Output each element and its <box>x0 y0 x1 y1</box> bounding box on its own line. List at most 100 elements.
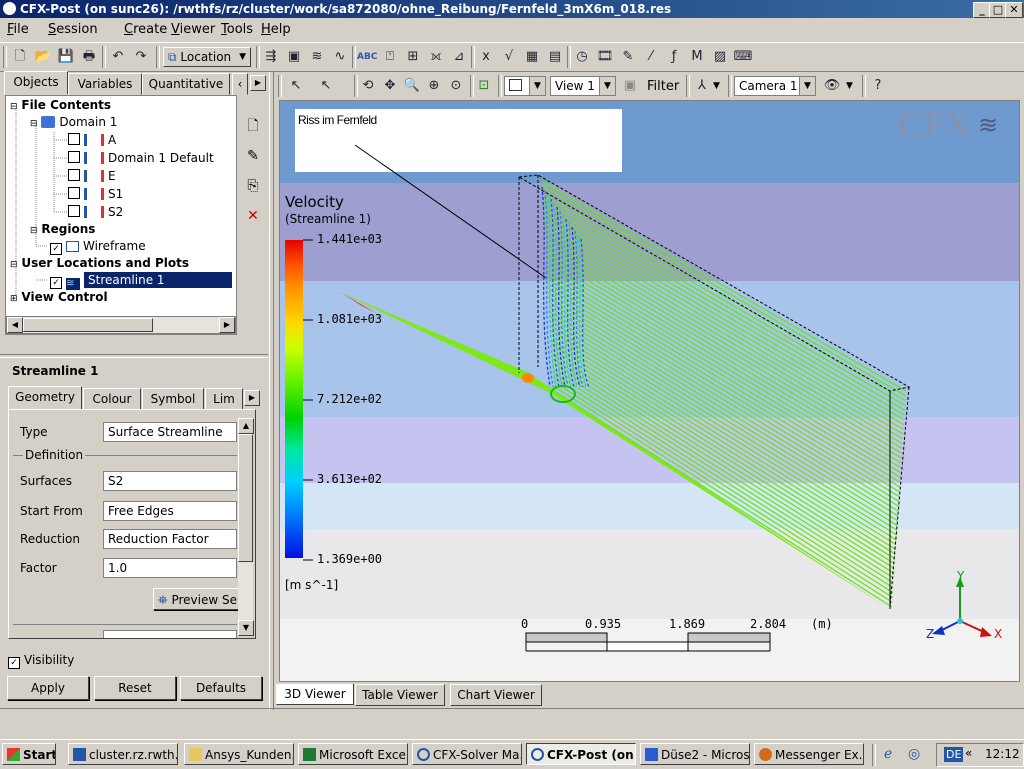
command-editor-icon[interactable]: ⌨ <box>733 47 753 67</box>
tab-3d-viewer[interactable]: 3D Viewer <box>276 684 354 705</box>
help-pointer-icon[interactable]: ? <box>868 76 888 96</box>
rotate-icon[interactable]: ⟲ <box>358 76 378 96</box>
chart-icon[interactable]: ▤ <box>545 47 565 67</box>
tree-node-e[interactable]: E <box>68 168 116 184</box>
expand-icon[interactable]: ⊞ <box>10 294 18 304</box>
tab-limits[interactable]: Lim <box>205 388 243 410</box>
visibility-checkbox[interactable] <box>68 133 80 145</box>
taskbar-item[interactable]: Messenger Ex... <box>754 743 864 765</box>
tree-node-regions[interactable]: ⊟ Regions <box>30 221 95 237</box>
collapse-icon[interactable]: ⊟ <box>10 102 18 112</box>
particle-track-icon[interactable]: ∿ <box>330 47 350 67</box>
preview-seeds-button[interactable]: ⛯ Preview Se <box>153 588 243 610</box>
reset-button[interactable]: Reset <box>94 676 176 700</box>
tab-scroll-right[interactable]: ▶ <box>244 390 260 406</box>
scroll-down-button[interactable]: ▼ <box>238 620 254 636</box>
hidden-field[interactable] <box>103 630 237 638</box>
collapse-icon[interactable]: ⊟ <box>10 260 18 270</box>
visibility-checkbox[interactable]: ✓ <box>50 277 62 289</box>
legend-icon[interactable]: ⍞ <box>380 47 400 67</box>
ie-icon[interactable]: ℯ <box>884 746 892 762</box>
scroll-thumb[interactable] <box>238 434 253 562</box>
instance-transform-icon[interactable]: ⟗ <box>426 47 446 67</box>
animation-icon[interactable]: 🎞 <box>595 47 615 67</box>
camera-dropdown[interactable]: Camera 1 ▼ <box>734 76 816 96</box>
expression-icon[interactable]: √ <box>499 47 519 67</box>
timestep-clock-icon[interactable]: ◷ <box>572 47 592 67</box>
visibility-toggle[interactable]: ✓ Visibility <box>8 653 74 669</box>
contour-icon[interactable]: ▣ <box>284 47 304 67</box>
scroll-right-button[interactable]: ▶ <box>219 317 235 333</box>
tab-symbol[interactable]: Symbol <box>142 388 204 410</box>
taskbar-item[interactable]: Ansys_Kunden... <box>184 743 294 765</box>
select-pointer-icon[interactable]: ↖ <box>286 76 306 96</box>
chevron-down-icon[interactable]: ▼ <box>713 81 720 91</box>
tree-node-streamline[interactable]: ✓ ≋ Streamline 1 <box>50 272 232 290</box>
print-icon[interactable]: 🖶 <box>79 47 99 67</box>
tab-variables[interactable]: Variables <box>68 73 142 95</box>
axis-orientation-icon[interactable]: ⅄ <box>692 76 712 96</box>
viewport-3d[interactable]: Riss im Fernfeld CFX ≋ Velocity (Streaml… <box>279 100 1020 682</box>
type-field[interactable]: Surface Streamline <box>103 422 237 442</box>
save-icon[interactable]: 💾 <box>56 47 76 67</box>
variable-icon[interactable]: x <box>476 47 496 67</box>
taskbar-item[interactable]: Düse2 - Micros... <box>640 743 750 765</box>
tab-table-viewer[interactable]: Table Viewer <box>355 684 445 706</box>
menu-session[interactable]: Session <box>48 22 98 37</box>
panel-divider[interactable] <box>0 354 268 358</box>
chevron-down-icon[interactable]: ▼ <box>846 81 853 91</box>
vector-icon[interactable]: ⇶ <box>261 47 281 67</box>
scroll-thumb[interactable] <box>23 318 153 332</box>
probe-icon[interactable]: ⁄ <box>641 47 661 67</box>
language-indicator[interactable]: DE <box>944 747 964 762</box>
tree-node-a[interactable]: A <box>68 132 116 148</box>
taskbar-item-active[interactable]: CFX-Post (on ... <box>526 743 636 765</box>
tray-expand-icon[interactable]: « <box>965 746 972 760</box>
delete-object-icon[interactable]: ✕ <box>243 206 263 226</box>
text-icon[interactable]: ABC <box>357 47 377 67</box>
report-edit-icon[interactable]: ✎ <box>618 47 638 67</box>
tree-node-wireframe[interactable]: ✓ Wireframe <box>50 238 146 255</box>
details-vertical-scrollbar[interactable]: ▲ ▼ <box>238 418 254 636</box>
tree-node-view-control[interactable]: ⊞ View Control <box>10 289 108 305</box>
zoom-icon[interactable]: 🔍 <box>402 76 422 96</box>
zoom-box-icon[interactable]: ⊕ <box>424 76 444 96</box>
visibility-checkbox[interactable] <box>68 205 80 217</box>
main-splitter[interactable] <box>269 72 274 710</box>
menu-create[interactable]: Create <box>124 22 167 37</box>
pick-pointer-icon[interactable]: ↖ <box>316 76 336 96</box>
start-from-field[interactable]: Free Edges <box>103 501 237 521</box>
collapse-icon[interactable]: ⊟ <box>30 119 38 129</box>
start-button[interactable]: Start <box>2 743 56 765</box>
streamline-icon[interactable]: ≋ <box>307 47 327 67</box>
visibility-checkbox[interactable] <box>68 187 80 199</box>
collapse-icon[interactable]: ⊟ <box>30 226 38 236</box>
new-object-icon[interactable]: 🗋 <box>243 116 263 136</box>
color-map-icon[interactable]: ⊿ <box>449 47 469 67</box>
menu-help[interactable]: Help <box>261 22 291 37</box>
apply-button[interactable]: Apply <box>7 676 89 700</box>
visibility-checkbox[interactable] <box>68 169 80 181</box>
filter-button[interactable]: Filter <box>647 79 679 94</box>
visibility-checkbox[interactable]: ✓ <box>50 243 62 255</box>
copy-object-icon[interactable]: ⎘ <box>243 176 263 196</box>
tab-colour[interactable]: Colour <box>83 388 141 410</box>
location-dropdown[interactable]: ⧉ Location ▼ <box>163 47 251 67</box>
menu-viewer[interactable]: Viewer <box>171 22 215 37</box>
undo-icon[interactable]: ↶ <box>108 47 128 67</box>
zoom-fit-icon[interactable]: ⊙ <box>446 76 466 96</box>
sync-view-icon[interactable]: ▣ <box>620 76 640 96</box>
tab-scroll-right[interactable]: ▶ <box>250 75 266 91</box>
visibility-checkbox[interactable]: ✓ <box>8 657 20 669</box>
pan-icon[interactable]: ✥ <box>380 76 400 96</box>
tree-node-domain-default[interactable]: Domain 1 Default <box>68 150 214 166</box>
clip-plane-icon[interactable]: ⊞ <box>403 47 423 67</box>
tree-node-s2[interactable]: S2 <box>68 204 123 220</box>
close-button[interactable]: ✕ <box>1005 2 1023 18</box>
tree-node-s1[interactable]: S1 <box>68 186 123 202</box>
mesh-calculator-icon[interactable]: ▨ <box>710 47 730 67</box>
open-folder-icon[interactable]: 📂 <box>33 47 53 67</box>
new-file-icon[interactable]: 🗋 <box>10 47 30 67</box>
tab-chart-viewer[interactable]: Chart Viewer <box>450 684 542 706</box>
edit-object-icon[interactable]: ✎ <box>243 146 263 166</box>
